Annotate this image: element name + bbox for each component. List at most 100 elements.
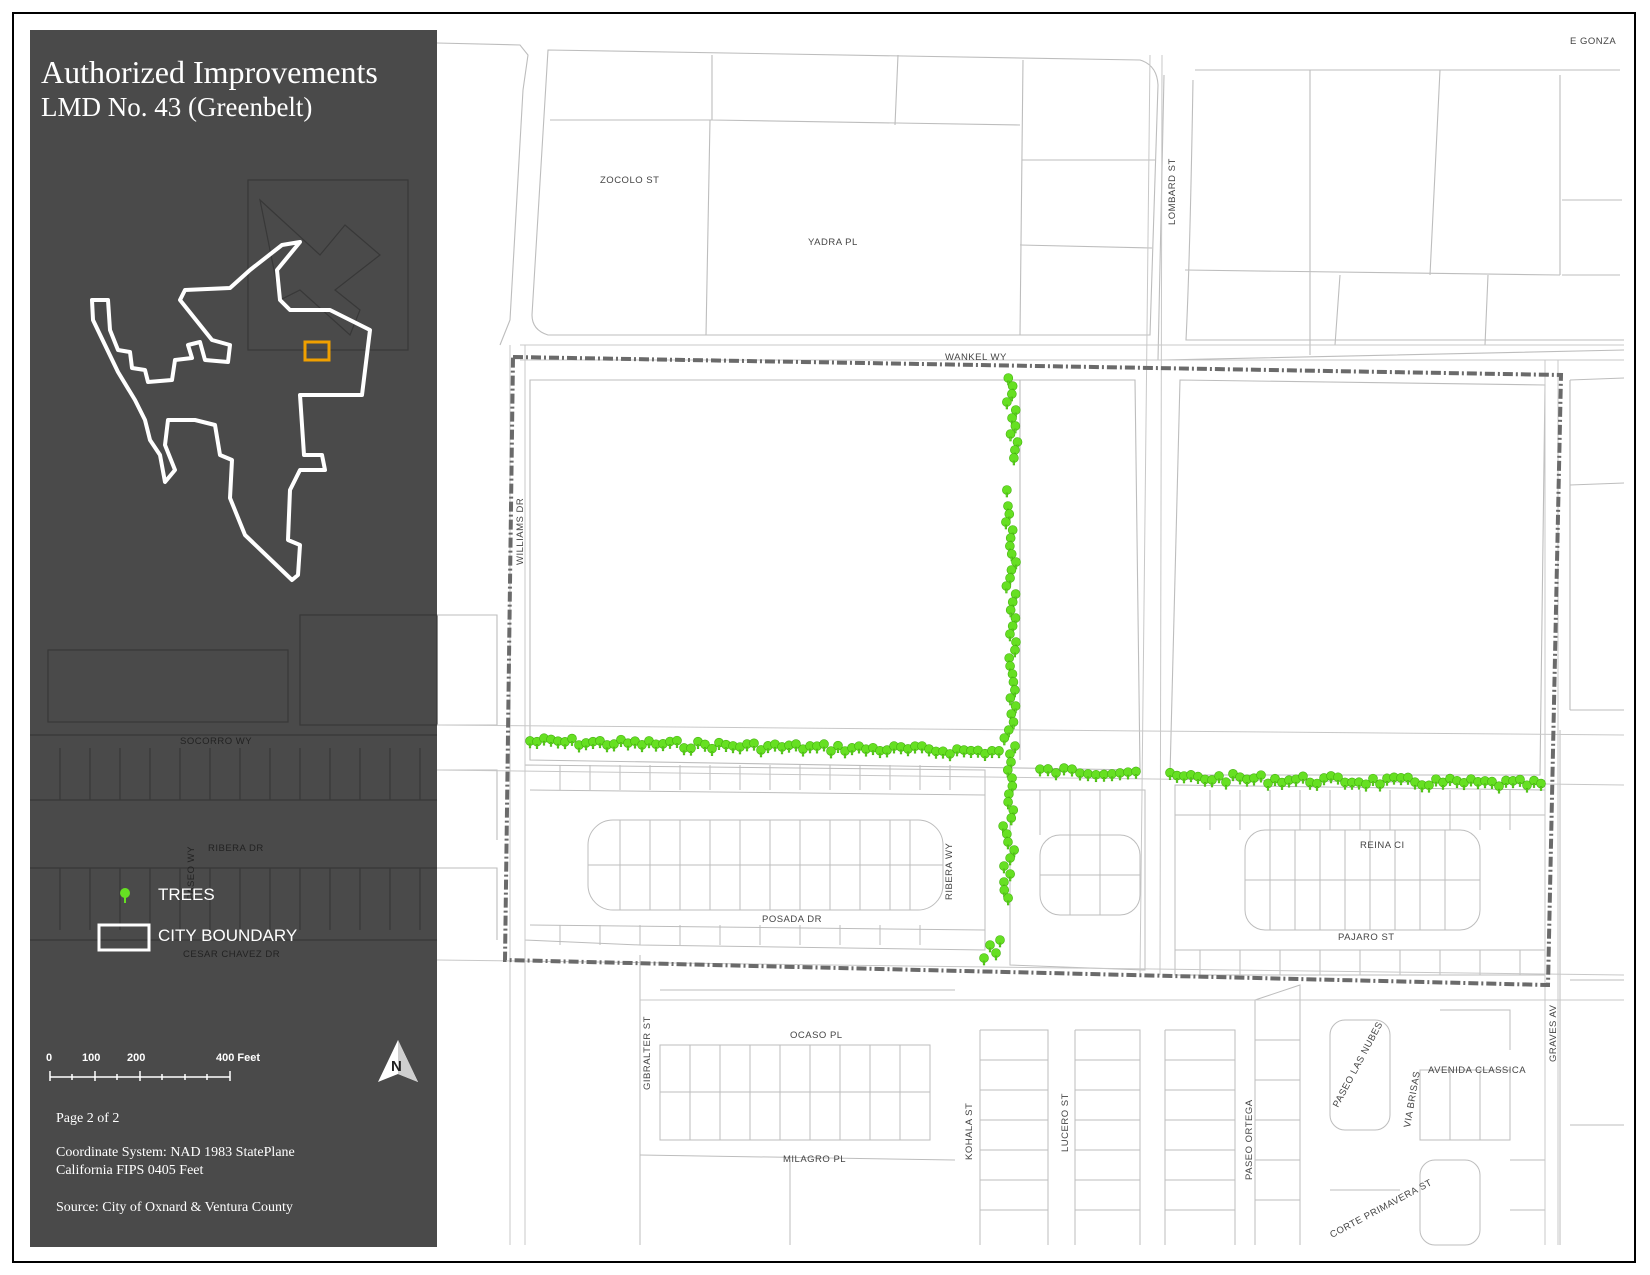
tree-trunk <box>1448 781 1452 786</box>
tree-trunk <box>920 748 924 754</box>
tree-trunk <box>1329 778 1333 784</box>
data-source: Source: City of Oxnard & Ventura County <box>56 1200 293 1215</box>
map-canvas[interactable]: E GONZA ZOCOLO ST YADRA PL LOMBARD ST WA… <box>0 0 1650 1275</box>
street-ocaso: OCASO PL <box>790 1030 843 1041</box>
street-reina: REINA CI <box>1360 840 1405 851</box>
tree-trunk <box>1231 776 1235 782</box>
tree-trunk <box>633 743 637 749</box>
tree-trunk <box>1224 784 1228 790</box>
tree-trunk <box>1350 785 1354 790</box>
tree-trunk <box>1336 779 1340 785</box>
tree-trunk <box>1003 740 1006 746</box>
tree-trunk <box>1490 784 1494 789</box>
tree-trunk <box>1378 786 1382 792</box>
tree-trunk <box>990 753 994 759</box>
tree-trunk <box>885 752 889 758</box>
tree-trunk <box>1413 784 1417 790</box>
tree-trunk <box>1010 820 1013 826</box>
tree-trunk <box>843 753 847 759</box>
tree-trunk <box>871 750 875 756</box>
street-gibralter: GIBRALTER ST <box>642 1016 653 1090</box>
tree-trunk <box>1483 783 1487 789</box>
scale-tick-400: 400 Feet <box>216 1052 261 1064</box>
tree-trunk <box>927 751 931 757</box>
tree-trunk <box>1118 775 1122 781</box>
tree-trunk <box>647 743 651 749</box>
tree-trunk <box>1392 780 1396 785</box>
tree-trunk <box>1420 787 1424 793</box>
tree-trunk <box>1070 771 1074 777</box>
tree-trunk <box>976 753 980 758</box>
tree-trunk <box>1002 868 1006 874</box>
tree-trunk <box>1469 781 1473 787</box>
svg-text:N: N <box>391 1058 402 1075</box>
tree-trunk <box>1134 774 1138 779</box>
tree-trunk <box>1259 777 1263 783</box>
street-paseo-ortega: PASEO ORTEGA <box>1244 1099 1255 1180</box>
tree-trunk <box>836 748 840 753</box>
tree-trunk <box>535 744 539 749</box>
tree-trunk <box>1525 787 1529 793</box>
tree-trunk <box>1441 785 1445 790</box>
tree-trunk <box>829 753 833 759</box>
tree-trunk <box>1008 636 1012 642</box>
legend-boundary-label: CITY BOUNDARY <box>158 926 298 945</box>
tree-trunk <box>1009 700 1012 706</box>
tree-trunk <box>626 745 630 751</box>
tree-trunk <box>1238 779 1242 785</box>
tree-trunk <box>1406 780 1410 785</box>
scale-tick-0: 0 <box>46 1052 53 1064</box>
subdivision-parcels <box>524 730 1624 1246</box>
scale-tick-100: 100 <box>82 1052 101 1064</box>
street-corte-primavera: CORTE PRIMAVERA ST <box>1328 1177 1434 1240</box>
tree-trunk <box>1009 876 1012 882</box>
street-graves: GRAVES AV <box>1548 1004 1559 1062</box>
street-paseo-las-nubes: PASEO LAS NUBES <box>1331 1020 1386 1109</box>
tree-trunk <box>955 751 959 757</box>
street-kohala: KOHALA ST <box>964 1103 975 1160</box>
tree-trunk <box>1357 784 1361 790</box>
tree-trunk <box>808 748 812 754</box>
tree-trunk <box>605 747 609 753</box>
tree-trunk <box>1004 524 1008 530</box>
tree-trunk <box>1427 787 1431 793</box>
tree-trunk <box>1196 779 1200 784</box>
tree-trunk <box>1009 436 1012 442</box>
tree-trunk <box>724 747 728 752</box>
tree-trunk <box>738 749 742 755</box>
legend-panel <box>30 30 437 1247</box>
tree-trunk <box>983 756 987 762</box>
tree-trunk <box>1189 777 1193 783</box>
tree-trunk <box>1497 788 1501 794</box>
street-williams: WILLIAMS DR <box>515 498 526 565</box>
tree-trunk <box>982 960 986 966</box>
tree-trunk <box>1252 780 1256 786</box>
tree-trunk <box>759 752 763 758</box>
tree-trunk <box>1322 780 1326 786</box>
tree-trunk <box>941 753 945 759</box>
tree-trunk <box>794 746 798 752</box>
tree-trunk <box>773 746 777 752</box>
coordinate-system-line1: Coordinate System: NAD 1983 StatePlane <box>56 1145 295 1160</box>
greenbelt-trees <box>525 373 1546 966</box>
street-posada: POSADA DR <box>762 914 822 925</box>
tree-trunk <box>1518 782 1522 787</box>
tree-trunk <box>850 750 854 756</box>
tree-trunk <box>1343 785 1347 790</box>
tree-trunk <box>1078 775 1082 781</box>
tree-trunk <box>988 947 992 953</box>
tree-trunk <box>1006 804 1010 810</box>
tree-trunk <box>1301 778 1305 784</box>
tree-trunk <box>1504 783 1508 788</box>
tree-trunk <box>948 756 952 762</box>
tree-trunk <box>682 750 686 756</box>
tree-trunk <box>556 743 560 749</box>
tree-trunk <box>668 744 672 749</box>
tree-trunk <box>591 744 595 749</box>
legend-trees-label: TREES <box>158 885 215 904</box>
tree-trunk <box>654 746 658 752</box>
tree-trunk <box>563 744 567 750</box>
tree-trunk <box>1062 770 1066 776</box>
street-zocolo: ZOCOLO ST <box>600 175 659 186</box>
tree-trunk <box>1007 900 1010 906</box>
